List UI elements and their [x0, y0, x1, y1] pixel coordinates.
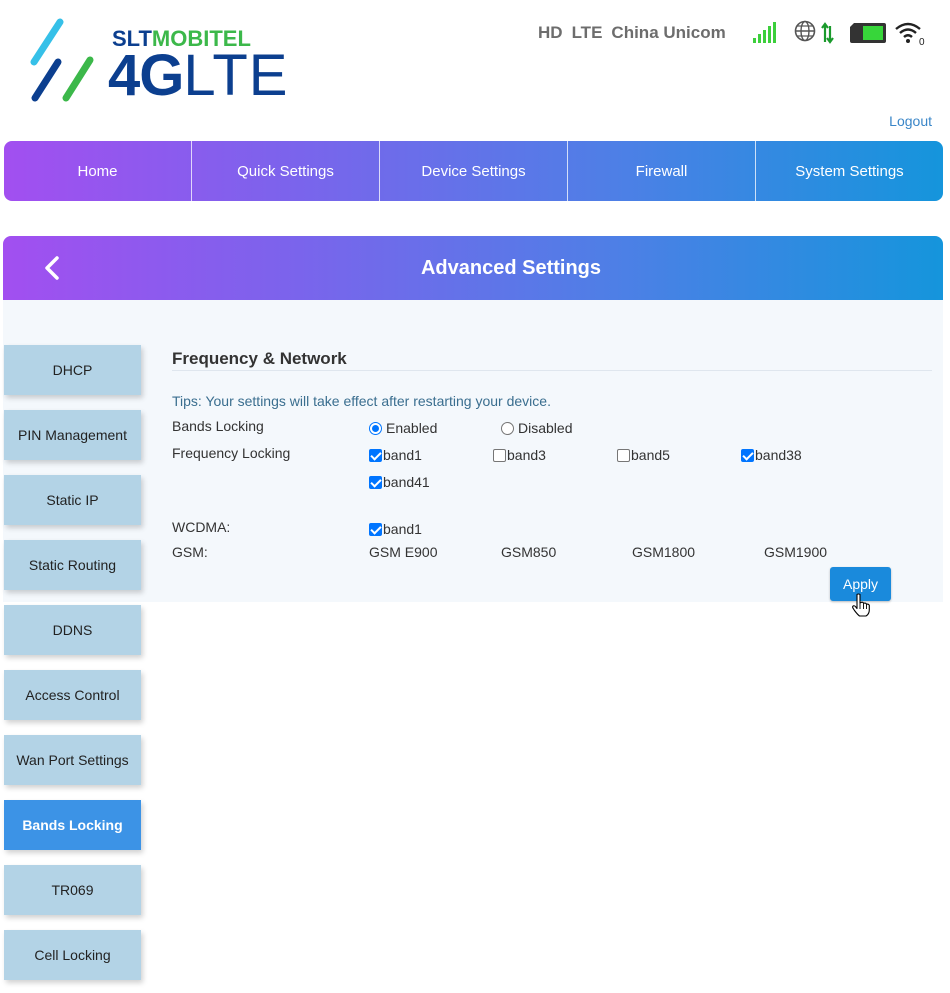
freq-band41-label: band41 [383, 474, 430, 490]
back-chevron-icon[interactable] [39, 254, 67, 282]
freq-band3-option[interactable]: band3 [493, 447, 546, 463]
wcdma-band1-label: band1 [383, 521, 422, 537]
gsm-1800-option: GSM1800 [632, 544, 696, 560]
wcdma-band1-checkbox[interactable] [369, 522, 382, 536]
wifi-icon: 0 [894, 22, 925, 46]
network-type: LTE [571, 23, 603, 42]
gsm-850-option: GSM850 [501, 544, 557, 560]
freq-band1-checkbox[interactable] [369, 448, 382, 462]
slt-mobitel-logo: SLTMOBITEL 4GLTE [28, 18, 289, 108]
form-title: Frequency & Network [172, 349, 347, 368]
section-header: Advanced Settings [3, 236, 943, 300]
main-nav: Home Quick Settings Device Settings Fire… [4, 141, 943, 201]
hd-indicator: HD [538, 23, 563, 42]
bands-locking-disabled-label: Disabled [518, 420, 573, 436]
freq-band1-option[interactable]: band1 [369, 447, 422, 463]
sidebar-item-access-control[interactable]: Access Control [4, 670, 141, 720]
form-title-divider [172, 370, 932, 371]
freq-band38-label: band38 [755, 447, 802, 463]
sidebar-item-pin-management[interactable]: PIN Management [4, 410, 141, 460]
gsm-label: GSM: [172, 544, 208, 560]
freq-band5-label: band5 [631, 447, 670, 463]
sidebar-item-static-ip[interactable]: Static IP [4, 475, 141, 525]
sidebar: DHCP PIN Management Static IP Static Rou… [4, 345, 141, 993]
freq-band5-checkbox[interactable] [617, 448, 630, 462]
freq-band3-label: band3 [507, 447, 546, 463]
operator-name: China Unicom [611, 23, 726, 42]
freq-band5-option[interactable]: band5 [617, 447, 670, 463]
gsm-e900-option: GSM E900 [369, 544, 438, 560]
bands-locking-enabled-option[interactable]: Enabled [369, 420, 437, 436]
freq-band41-option[interactable]: band41 [369, 474, 430, 490]
globe-data-icon [794, 20, 834, 44]
sidebar-item-bands-locking[interactable]: Bands Locking [4, 800, 141, 850]
bands-locking-disabled-option[interactable]: Disabled [501, 420, 572, 436]
sidebar-item-wan-port-settings[interactable]: Wan Port Settings [4, 735, 141, 785]
wifi-clients-count: 0 [919, 37, 925, 46]
page-title: Advanced Settings [420, 256, 602, 279]
nav-item-quick-settings[interactable]: Quick Settings [192, 141, 380, 201]
bands-locking-enabled-label: Enabled [386, 420, 438, 436]
wcdma-band1-option[interactable]: band1 [369, 521, 422, 537]
freq-band3-checkbox[interactable] [493, 448, 506, 462]
logo-wordmark-bottom: 4GLTE [108, 43, 289, 108]
freq-band38-checkbox[interactable] [741, 448, 754, 462]
status-bar: HD LTE China Unicom 0 [538, 18, 926, 48]
logo-slashes-icon [30, 18, 94, 102]
battery-icon [849, 23, 886, 43]
nav-item-system-settings[interactable]: System Settings [756, 141, 943, 201]
sidebar-item-static-routing[interactable]: Static Routing [4, 540, 141, 590]
tips-text: Tips: Your settings will take effect aft… [172, 393, 551, 409]
nav-item-firewall[interactable]: Firewall [568, 141, 756, 201]
freq-band38-option[interactable]: band38 [741, 447, 802, 463]
frequency-locking-label: Frequency Locking [172, 445, 291, 461]
sidebar-item-tr069[interactable]: TR069 [4, 865, 141, 915]
signal-bars-icon [752, 22, 776, 43]
bands-locking-disabled-radio[interactable] [501, 421, 514, 435]
freq-band41-checkbox[interactable] [369, 475, 382, 489]
wcdma-label: WCDMA: [172, 519, 231, 535]
hand-pointer-cursor-icon [852, 593, 870, 617]
sidebar-item-dhcp[interactable]: DHCP [4, 345, 141, 395]
sidebar-item-cell-locking[interactable]: Cell Locking [4, 930, 141, 980]
bands-locking-enabled-radio[interactable] [369, 421, 382, 435]
nav-item-device-settings[interactable]: Device Settings [380, 141, 568, 201]
freq-band1-label: band1 [383, 447, 422, 463]
sidebar-item-ddns[interactable]: DDNS [4, 605, 141, 655]
bands-locking-label: Bands Locking [172, 418, 264, 434]
gsm-1900-option: GSM1900 [764, 544, 828, 560]
logout-link[interactable]: Logout [889, 113, 932, 129]
nav-item-home[interactable]: Home [4, 141, 192, 201]
